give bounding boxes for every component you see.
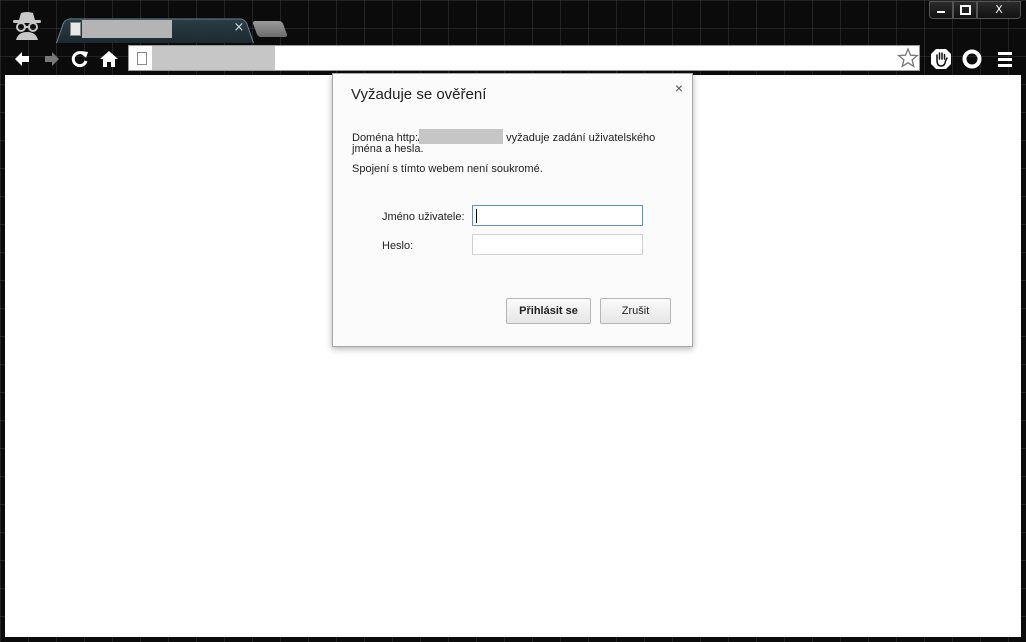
maximize-button[interactable] [953, 1, 977, 19]
reload-icon[interactable] [70, 49, 90, 69]
circle-extension-icon[interactable] [961, 48, 983, 70]
forward-arrow-icon[interactable] [42, 49, 62, 69]
close-icon[interactable]: × [671, 80, 687, 96]
window-controls: X [929, 1, 1021, 19]
new-tab-button[interactable] [252, 21, 288, 37]
password-field[interactable] [472, 234, 643, 255]
star-icon[interactable] [897, 47, 919, 69]
address-bar-url[interactable] [152, 46, 275, 70]
menu-icon[interactable] [994, 48, 1016, 70]
back-arrow-icon[interactable] [12, 49, 32, 69]
privacy-note: Spojení s tímto webem není soukromé. [352, 163, 543, 175]
auth-message-suffix: vyžaduje zadání uživatelského [506, 132, 656, 144]
auth-dialog: Vyžaduje se ověření × Doména http:/vyžad… [332, 73, 693, 347]
active-tab[interactable]: × [66, 18, 252, 40]
auth-message: Doména http:/vyžaduje zadání uživatelské… [352, 129, 655, 144]
cancel-button[interactable]: Zrušit [600, 298, 671, 324]
page-icon [137, 52, 147, 65]
incognito-icon [13, 12, 41, 40]
text-caret [476, 209, 477, 223]
minimize-button[interactable] [929, 1, 953, 19]
username-field[interactable] [472, 205, 643, 226]
login-button[interactable]: Přihlásit se [506, 298, 591, 324]
minimize-icon [937, 11, 945, 13]
close-window-button[interactable]: X [977, 1, 1021, 19]
password-label: Heslo: [382, 240, 414, 252]
tab-title [82, 20, 172, 38]
username-label: Jméno uživatele: [382, 211, 465, 223]
address-bar[interactable] [128, 45, 920, 71]
home-icon[interactable] [99, 49, 119, 69]
tab-close-icon[interactable]: × [232, 19, 246, 37]
hand-extension-icon[interactable] [930, 48, 952, 70]
auth-message-line2: jména a hesla. [352, 143, 424, 155]
redacted-domain [419, 129, 504, 144]
maximize-icon [959, 5, 971, 15]
dialog-title: Vyžaduje se ověření [351, 86, 487, 103]
page-favicon-icon [70, 22, 81, 36]
